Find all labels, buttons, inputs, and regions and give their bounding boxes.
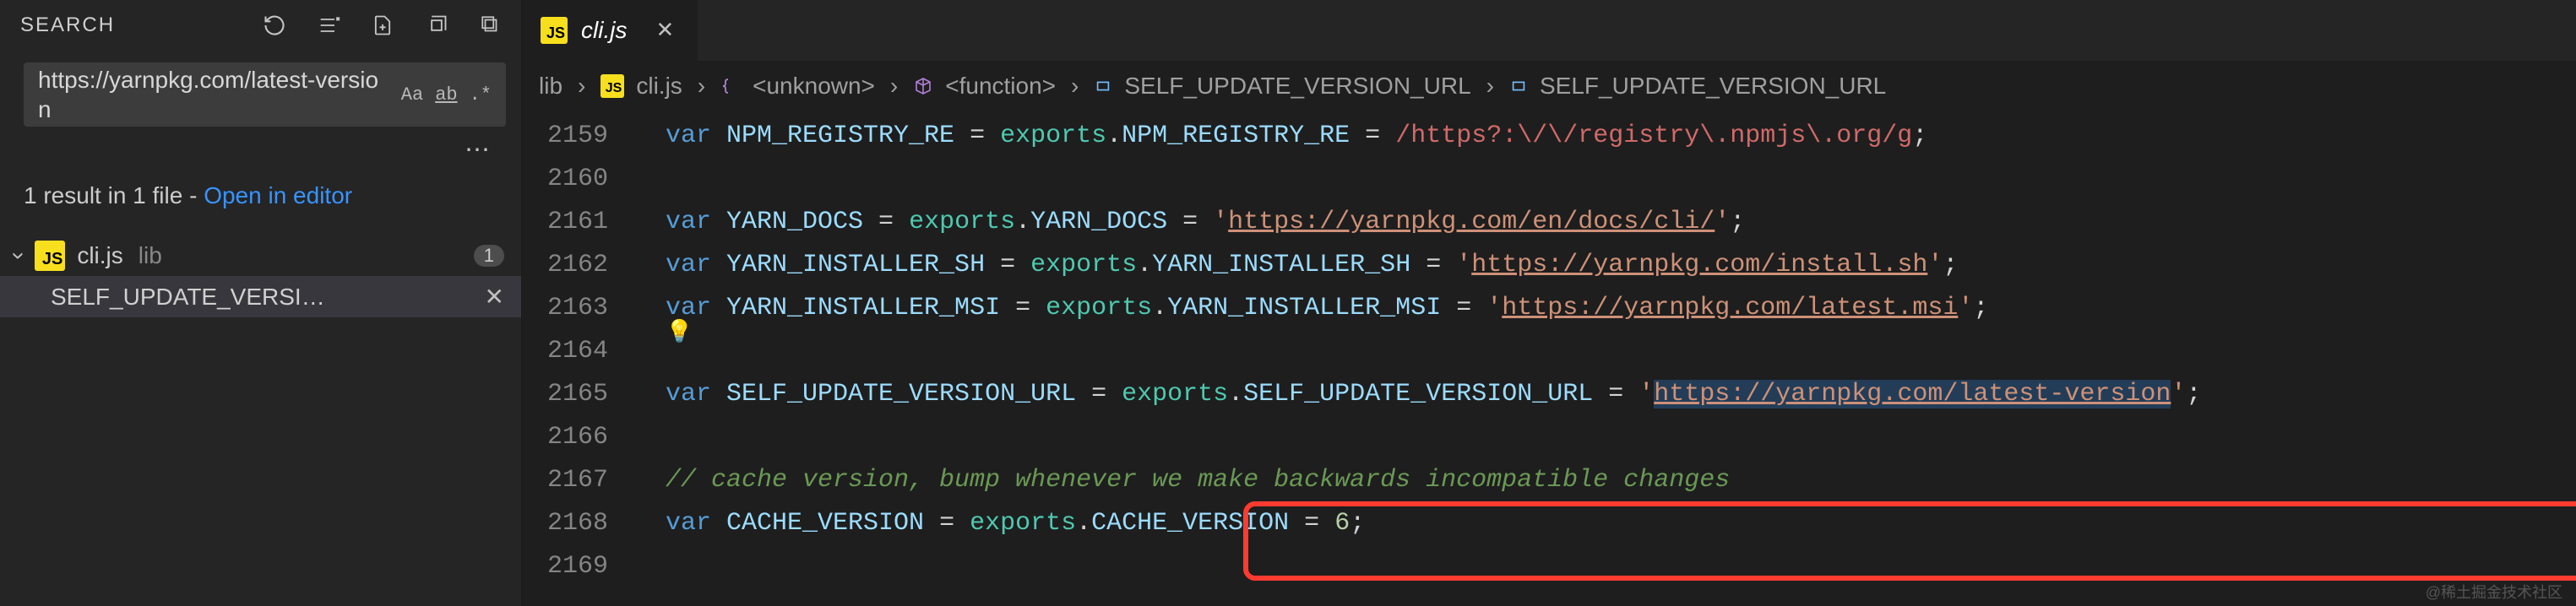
line-number: 2162: [522, 244, 632, 287]
result-file-name: cli.js: [77, 242, 122, 269]
tab-label: cli.js: [581, 17, 627, 44]
search-extra-actions: ⋯: [0, 127, 521, 164]
chevron-right-icon: ›: [1483, 73, 1497, 100]
search-title: SEARCH: [20, 14, 115, 37]
line-number: 2163: [522, 287, 632, 330]
code-line: 2164: [522, 330, 2576, 373]
code-line: 2163 var YARN_INSTALLER_MSI = exports.YA…: [522, 287, 2576, 330]
symbol-field-icon: [1509, 77, 1528, 95]
watermark-text: @稀土掘金技术社区: [2426, 581, 2562, 603]
tab-bar: JS cli.js ✕: [522, 0, 2576, 61]
code-line: 2162 var YARN_INSTALLER_SH = exports.YAR…: [522, 244, 2576, 287]
match-case-icon[interactable]: Aa: [401, 84, 423, 106]
symbol-function-icon: [913, 76, 933, 96]
line-number: 2166: [522, 416, 632, 459]
open-in-editor-link[interactable]: Open in editor: [204, 182, 352, 208]
result-match-row[interactable]: SELF_UPDATE_VERSI… ✕: [0, 276, 521, 317]
line-number: 2167: [522, 459, 632, 502]
close-tab-icon[interactable]: ✕: [655, 18, 674, 44]
search-input[interactable]: https://yarnpkg.com/latest-version Aa ab…: [24, 62, 506, 127]
dismiss-match-icon[interactable]: ✕: [485, 283, 504, 311]
new-file-icon[interactable]: [369, 12, 396, 39]
search-highlight: https://yarnpkg.com/latest-version: [1654, 380, 2171, 409]
line-number: 2165: [522, 373, 632, 416]
js-file-icon: JS: [35, 241, 65, 271]
line-number: 2169: [522, 545, 632, 588]
js-file-icon: JS: [541, 17, 568, 44]
more-actions-icon[interactable]: ⋯: [464, 137, 491, 164]
search-sidebar: SEARCH https://yarnpkg.com/latest-versio…: [0, 0, 522, 606]
editor-area: JS cli.js ✕ lib › JS cli.js › <unknown> …: [522, 0, 2576, 606]
breadcrumb-symbol-1[interactable]: SELF_UPDATE_VERSION_URL: [1124, 73, 1470, 100]
search-summary: 1 result in 1 file - Open in editor: [0, 164, 521, 219]
chevron-down-icon[interactable]: ›: [6, 252, 33, 260]
lightbulb-icon[interactable]: 💡: [666, 319, 693, 345]
breadcrumb-folder[interactable]: lib: [539, 73, 562, 100]
result-file-count: 1: [474, 245, 504, 267]
line-number: 2164: [522, 330, 632, 373]
search-query-text: https://yarnpkg.com/latest-version: [38, 65, 389, 124]
match-word-icon[interactable]: ab: [435, 84, 457, 106]
line-number: 2161: [522, 201, 632, 244]
breadcrumb-symbol-2[interactable]: SELF_UPDATE_VERSION_URL: [1540, 73, 1886, 100]
line-number: 2159: [522, 115, 632, 158]
breadcrumb-unknown[interactable]: <unknown>: [753, 73, 875, 100]
breadcrumb-file[interactable]: cli.js: [636, 73, 682, 100]
chevron-right-icon: ›: [1068, 73, 1082, 100]
code-editor[interactable]: 💡 2159 var NPM_REGISTRY_RE = exports.NPM…: [522, 111, 2576, 606]
tab-cli-js[interactable]: JS cli.js ✕: [522, 0, 698, 61]
collapse-all-icon[interactable]: [423, 12, 450, 39]
code-line: 2161 var YARN_DOCS = exports.YARN_DOCS =…: [522, 201, 2576, 244]
result-file-folder: lib: [139, 242, 162, 269]
chevron-right-icon: ›: [887, 73, 901, 100]
result-file-row[interactable]: › JS cli.js lib 1: [0, 235, 521, 276]
regex-icon[interactable]: .*: [470, 84, 492, 106]
chevron-right-icon: ›: [574, 73, 589, 100]
code-line: 2167 // cache version, bump whenever we …: [522, 459, 2576, 502]
clear-results-icon[interactable]: [315, 12, 342, 39]
expand-icon[interactable]: [477, 12, 504, 39]
search-header: SEARCH: [0, 7, 521, 47]
symbol-field-icon: [1094, 77, 1112, 95]
refresh-icon[interactable]: [261, 12, 288, 39]
code-line: 2166: [522, 416, 2576, 459]
symbol-namespace-icon: [720, 76, 741, 96]
breadcrumb[interactable]: lib › JS cli.js › <unknown> › <function>…: [522, 61, 2576, 111]
result-match-text: SELF_UPDATE_VERSI…: [51, 284, 485, 311]
chevron-right-icon: ›: [694, 73, 709, 100]
summary-text: 1 result in 1 file -: [24, 182, 204, 208]
code-line: 2165 var SELF_UPDATE_VERSION_URL = expor…: [522, 373, 2576, 416]
code-line: 2159 var NPM_REGISTRY_RE = exports.NPM_R…: [522, 115, 2576, 158]
line-number: 2168: [522, 502, 632, 545]
js-file-icon: JS: [601, 74, 624, 98]
annotation-highlight-box: [1243, 501, 2576, 581]
line-number: 2160: [522, 158, 632, 201]
search-header-actions: [261, 12, 504, 39]
breadcrumb-function[interactable]: <function>: [945, 73, 1056, 100]
code-line: 2160: [522, 158, 2576, 201]
